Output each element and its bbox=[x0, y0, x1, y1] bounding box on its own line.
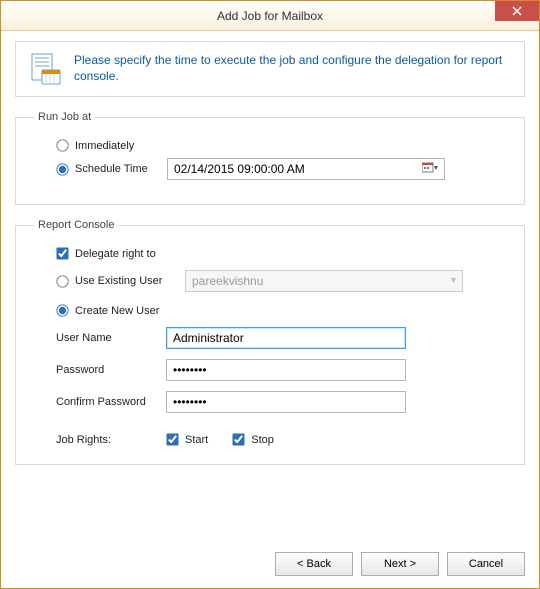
label-confirm-password: Confirm Password bbox=[56, 396, 166, 408]
label-right-stop: Stop bbox=[251, 434, 274, 446]
checkbox-right-start[interactable] bbox=[166, 433, 178, 445]
page-icon bbox=[28, 52, 62, 86]
calendar-dropdown-button[interactable] bbox=[416, 159, 444, 179]
confirm-password-input[interactable] bbox=[166, 391, 406, 413]
label-job-rights: Job Rights: bbox=[56, 434, 166, 446]
label-immediately: Immediately bbox=[75, 140, 134, 152]
calendar-icon bbox=[422, 162, 438, 176]
button-bar: < Back Next > Cancel bbox=[275, 552, 525, 576]
radio-immediately[interactable] bbox=[56, 139, 68, 151]
radio-create-new-user[interactable] bbox=[56, 304, 68, 316]
existing-user-select: pareekvishnu ▾ bbox=[185, 270, 463, 292]
run-job-fieldset: Run Job at Immediately Schedule Time bbox=[15, 111, 525, 205]
intro-panel: Please specify the time to execute the j… bbox=[15, 41, 525, 97]
close-button[interactable] bbox=[495, 1, 539, 21]
run-job-legend: Run Job at bbox=[34, 111, 95, 123]
report-console-legend: Report Console bbox=[34, 219, 118, 231]
user-name-input[interactable] bbox=[166, 327, 406, 349]
checkbox-right-stop[interactable] bbox=[233, 433, 245, 445]
checkbox-delegate-right[interactable] bbox=[56, 247, 68, 259]
label-right-start: Start bbox=[185, 434, 208, 446]
label-use-existing-user: Use Existing User bbox=[75, 275, 185, 287]
back-button[interactable]: < Back bbox=[275, 552, 353, 576]
next-button[interactable]: Next > bbox=[361, 552, 439, 576]
existing-user-value: pareekvishnu bbox=[192, 274, 263, 288]
window-title: Add Job for Mailbox bbox=[217, 9, 323, 23]
intro-text: Please specify the time to execute the j… bbox=[74, 52, 512, 84]
schedule-datetime[interactable] bbox=[167, 158, 445, 180]
titlebar: Add Job for Mailbox bbox=[1, 1, 539, 31]
cancel-button[interactable]: Cancel bbox=[447, 552, 525, 576]
label-delegate-right: Delegate right to bbox=[75, 248, 156, 260]
close-icon bbox=[512, 6, 522, 16]
label-user-name: User Name bbox=[56, 332, 166, 344]
radio-use-existing-user[interactable] bbox=[56, 275, 68, 287]
schedule-datetime-input[interactable] bbox=[168, 159, 416, 179]
label-create-new-user: Create New User bbox=[75, 305, 159, 317]
password-input[interactable] bbox=[166, 359, 406, 381]
report-console-fieldset: Report Console Delegate right to Use Exi… bbox=[15, 219, 525, 465]
dialog-window: Add Job for Mailbox Please specify the t… bbox=[0, 0, 540, 589]
label-password: Password bbox=[56, 364, 166, 376]
label-schedule-time: Schedule Time bbox=[75, 163, 167, 175]
chevron-down-icon: ▾ bbox=[451, 275, 456, 286]
radio-schedule-time[interactable] bbox=[56, 163, 68, 175]
dialog-content: Please specify the time to execute the j… bbox=[1, 31, 539, 479]
